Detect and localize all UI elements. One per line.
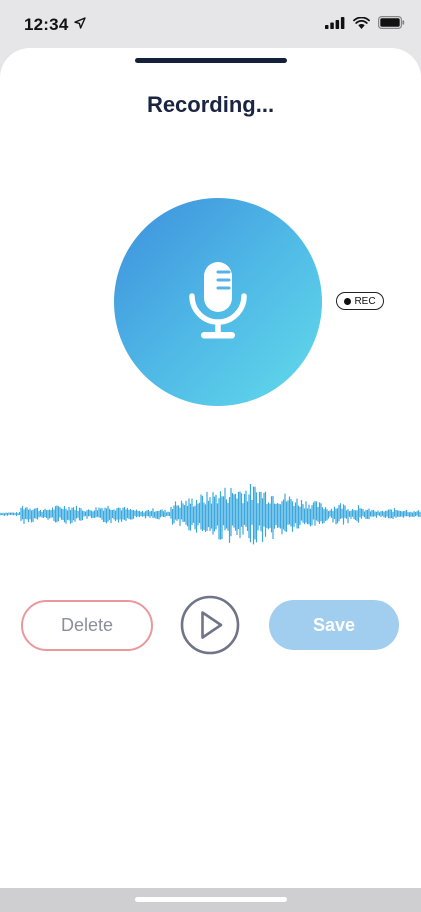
delete-button-label: Delete: [60, 615, 114, 635]
microphone-icon: [189, 262, 247, 339]
save-button[interactable]: Save: [269, 600, 399, 650]
recording-sheet: Recording...: [0, 48, 421, 888]
rec-indicator: REC: [336, 292, 384, 310]
play-icon: [201, 611, 223, 639]
status-time: 12:34: [24, 15, 69, 34]
wifi-icon: [353, 16, 370, 29]
status-icons: [325, 16, 405, 29]
signal-bars-icon: [325, 16, 345, 29]
home-indicator[interactable]: [135, 897, 287, 902]
rec-dot-icon: [344, 297, 352, 305]
audio-waveform: [0, 484, 421, 545]
bottom-bar: [0, 888, 421, 912]
delete-button[interactable]: Delete: [21, 600, 153, 651]
rec-label: REC: [354, 295, 376, 307]
save-button-label: Save: [312, 614, 356, 635]
record-button[interactable]: [114, 198, 322, 406]
sheet-grabber[interactable]: [135, 58, 287, 63]
battery-icon: [378, 16, 405, 29]
play-button[interactable]: [180, 595, 240, 655]
status-bar: 12:34: [0, 0, 421, 50]
page-title: Recording...: [146, 92, 275, 117]
location-arrow-icon: [74, 17, 86, 29]
